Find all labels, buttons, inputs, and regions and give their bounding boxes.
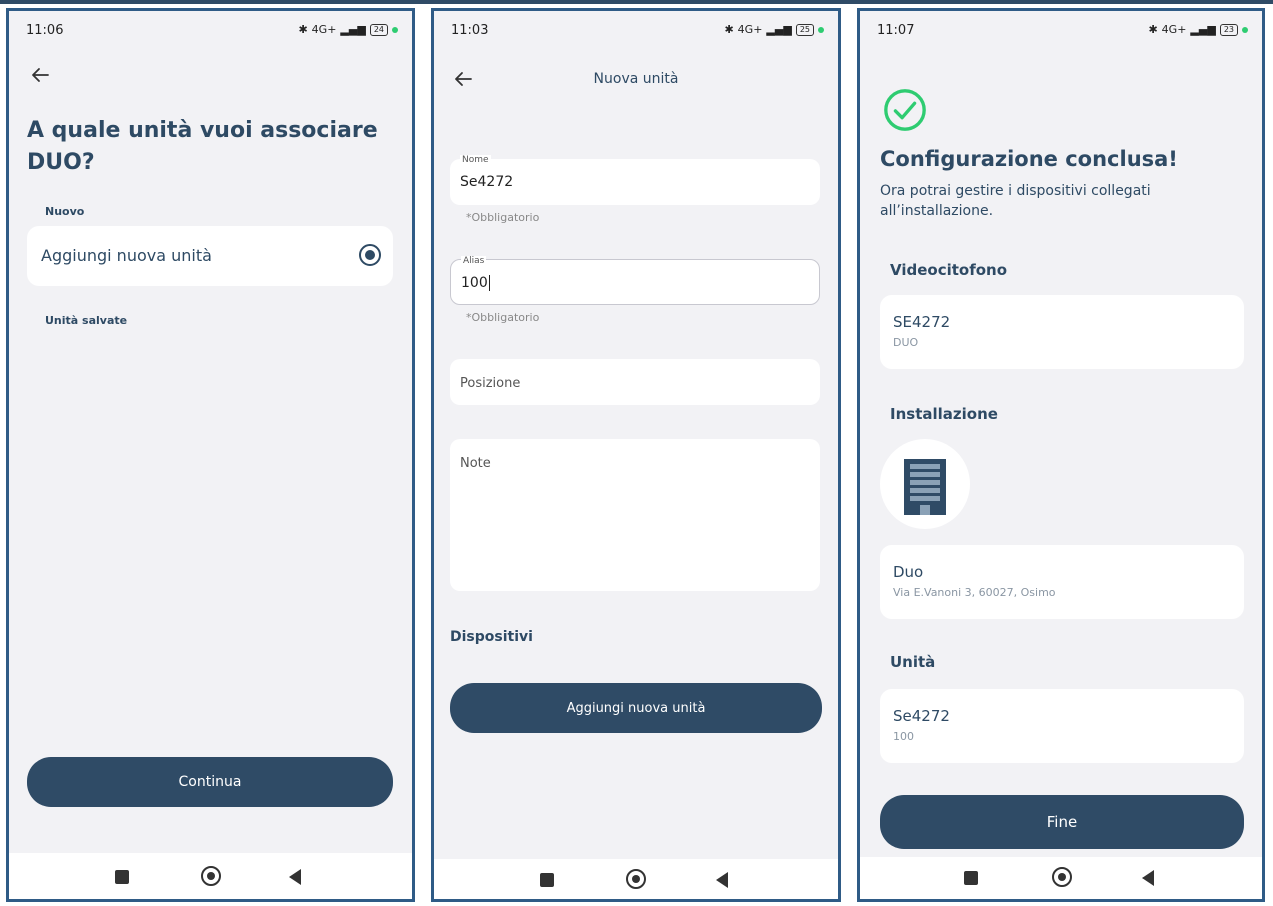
recents-icon[interactable] — [540, 873, 554, 887]
text-cursor — [488, 275, 491, 291]
name-field-label: Nome — [460, 155, 491, 165]
signal-icon: ▂▄▆ — [766, 23, 792, 36]
unita-heading: Unità — [890, 653, 936, 671]
add-new-unit-button[interactable]: Aggiungi nuova unità — [450, 683, 822, 733]
signal-icon: ▂▄▆ — [340, 23, 366, 36]
unita-card[interactable]: Se4272 100 — [880, 689, 1244, 763]
videocitofono-heading: Videocitofono — [890, 261, 1008, 279]
system-nav-bar — [434, 859, 838, 899]
installazione-title: Duo — [893, 563, 924, 581]
phone-screen-config-complete: 11:07 ✱ 4G+ ▂▄▆ 23 Configurazione conclu… — [857, 8, 1265, 902]
indicator-dot-icon — [1242, 26, 1248, 33]
page-title: Nuova unità — [593, 71, 679, 87]
unita-subtitle: 100 — [893, 730, 914, 743]
back-arrow-icon[interactable] — [27, 63, 53, 87]
bluetooth-icon: ✱ — [724, 23, 734, 36]
nav-back-icon[interactable] — [289, 869, 301, 885]
system-nav-bar — [9, 853, 412, 899]
network-label: 4G+ — [1161, 23, 1187, 36]
installazione-card[interactable]: Duo Via E.Vanoni 3, 60027, Osimo — [880, 545, 1244, 619]
status-time: 11:07 — [877, 23, 915, 38]
status-time: 11:03 — [451, 23, 489, 38]
completion-description: Ora potrai gestire i dispositivi collega… — [880, 183, 1151, 219]
status-bar: 11:07 ✱ 4G+ ▂▄▆ 23 — [860, 11, 1262, 51]
bluetooth-icon: ✱ — [298, 23, 308, 36]
notes-placeholder: Note — [460, 456, 491, 471]
indicator-dot-icon — [818, 26, 824, 33]
home-icon[interactable] — [1052, 867, 1072, 887]
notes-field[interactable]: Note — [450, 439, 820, 591]
radio-selected-icon[interactable] — [359, 244, 381, 266]
status-bar: 11:06 ✱ 4G+ ▂▄▆ 24 — [9, 11, 412, 51]
phone-screen-select-unit: 11:06 ✱ 4G+ ▂▄▆ 24 A quale unità vuoi as… — [6, 8, 415, 902]
page-title: A quale unità vuoi associare DUO? — [27, 118, 378, 175]
phone-screen-new-unit: 11:03 ✱ 4G+ ▂▄▆ 25 Nuova unità Nome Se42… — [431, 8, 841, 902]
option-label: Aggiungi nuova unità — [41, 246, 212, 265]
top-frame-bar — [0, 0, 1273, 4]
position-placeholder: Posizione — [460, 376, 521, 391]
videocitofono-card[interactable]: SE4272 DUO — [880, 295, 1244, 369]
status-time: 11:06 — [26, 23, 64, 38]
section-label-saved: Unità salvate — [45, 314, 128, 327]
continue-button[interactable]: Continua — [27, 757, 393, 807]
option-add-new-unit[interactable]: Aggiungi nuova unità — [27, 226, 393, 286]
status-icons: ✱ 4G+ ▂▄▆ 25 — [724, 23, 824, 36]
unita-title: Se4272 — [893, 707, 950, 725]
videocitofono-subtitle: DUO — [893, 336, 919, 349]
success-check-icon — [884, 89, 926, 131]
videocitofono-title: SE4272 — [893, 313, 951, 331]
name-field[interactable]: Nome Se4272 — [450, 155, 820, 205]
battery-icon: 25 — [795, 23, 814, 36]
page-title: Configurazione conclusa! — [880, 147, 1178, 171]
battery-icon: 23 — [1219, 23, 1238, 36]
home-icon[interactable] — [626, 869, 646, 889]
alias-field-label: Alias — [461, 256, 487, 266]
status-bar: 11:03 ✱ 4G+ ▂▄▆ 25 — [434, 11, 838, 51]
devices-heading: Dispositivi — [450, 629, 533, 645]
signal-icon: ▂▄▆ — [1190, 23, 1216, 36]
installazione-heading: Installazione — [890, 405, 998, 423]
status-icons: ✱ 4G+ ▂▄▆ 23 — [1148, 23, 1248, 36]
building-avatar — [880, 439, 970, 529]
battery-icon: 24 — [369, 23, 388, 36]
network-label: 4G+ — [737, 23, 763, 36]
finish-button[interactable]: Fine — [880, 795, 1244, 849]
recents-icon[interactable] — [964, 871, 978, 885]
section-label-new: Nuovo — [45, 205, 85, 218]
system-nav-bar — [860, 857, 1262, 899]
recents-icon[interactable] — [115, 870, 129, 884]
home-icon[interactable] — [201, 866, 221, 886]
building-icon — [904, 459, 946, 515]
name-field-value: Se4272 — [460, 174, 514, 190]
alias-required-hint: *Obbligatorio — [466, 311, 540, 324]
installazione-address: Via E.Vanoni 3, 60027, Osimo — [893, 586, 1056, 599]
name-required-hint: *Obbligatorio — [466, 211, 540, 224]
position-field[interactable]: Posizione — [450, 359, 820, 405]
network-label: 4G+ — [311, 23, 337, 36]
nav-back-icon[interactable] — [1142, 870, 1154, 886]
bluetooth-icon: ✱ — [1148, 23, 1158, 36]
alias-field[interactable]: Alias 100 — [450, 256, 820, 305]
alias-field-value: 100 — [461, 275, 488, 291]
nav-back-icon[interactable] — [716, 872, 728, 888]
status-icons: ✱ 4G+ ▂▄▆ 24 — [298, 23, 398, 36]
indicator-dot-icon — [392, 26, 398, 33]
